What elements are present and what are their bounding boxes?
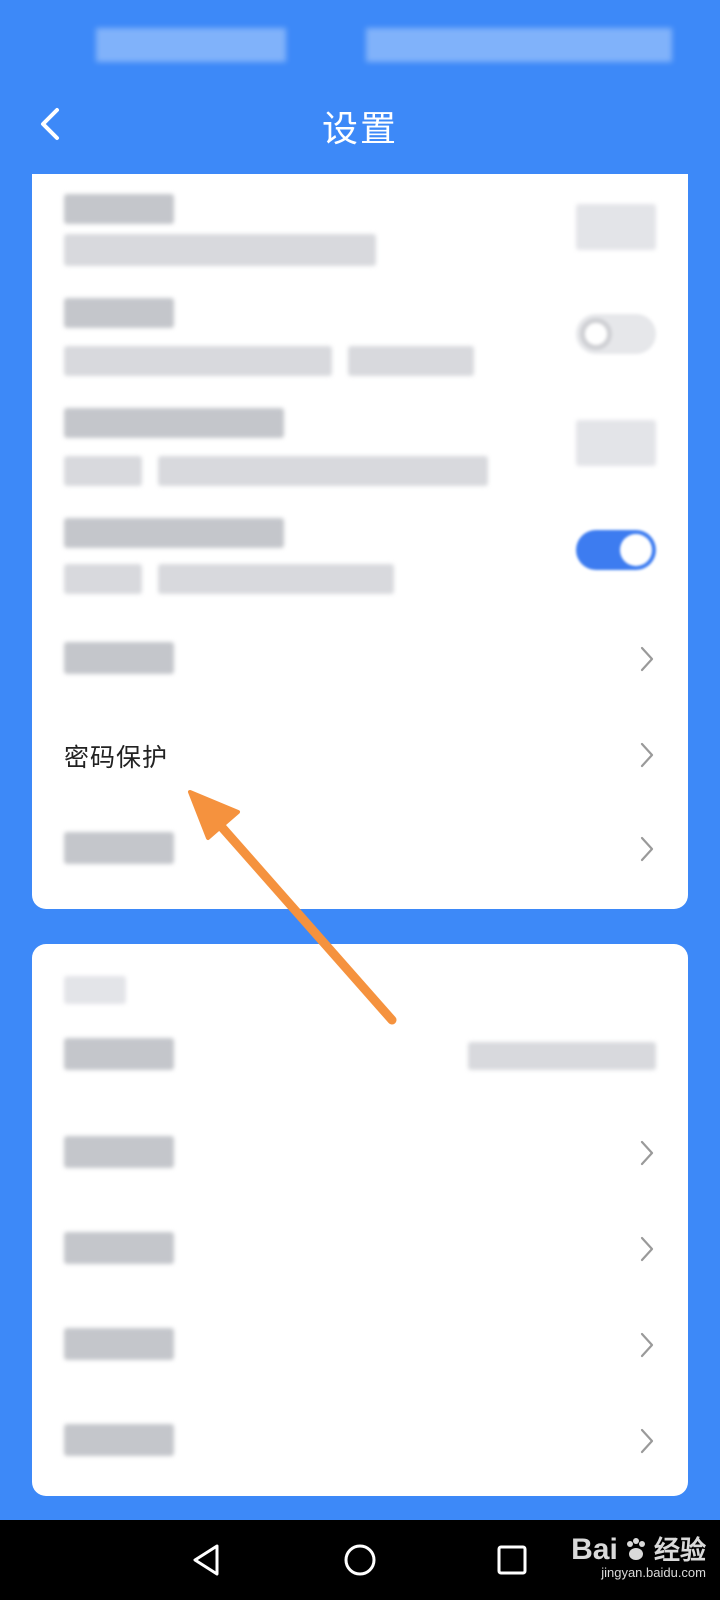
watermark-brand: Bai (571, 1533, 618, 1566)
nav-recents-button[interactable] (488, 1536, 536, 1584)
redacted-subtitle-2 (348, 346, 474, 376)
settings-row-3[interactable] (32, 394, 688, 504)
redacted-subtitle-2 (158, 456, 488, 486)
redacted-title (64, 194, 174, 224)
redacted-label (64, 1038, 174, 1070)
password-protection-label: 密码保护 (64, 743, 169, 772)
settings-row-4[interactable] (32, 504, 688, 614)
redacted-value (576, 204, 656, 250)
chevron-right-icon (640, 1140, 654, 1166)
triangle-back-icon (193, 1544, 219, 1576)
redacted-value (576, 420, 656, 466)
status-bar-right (366, 28, 672, 62)
square-recents-icon (497, 1545, 527, 1575)
status-bar-left (96, 28, 286, 62)
settings-card-secondary (32, 944, 688, 1496)
chevron-right-icon (640, 836, 654, 862)
settings-row-5[interactable] (32, 614, 688, 710)
redacted-title (64, 408, 284, 438)
redacted-subtitle (64, 564, 142, 594)
system-navigation-bar: Bai 经验 jingyan.baidu.com (0, 1520, 720, 1600)
password-protection-item[interactable]: 密码保护 (32, 710, 688, 806)
redacted-subtitle (64, 456, 142, 486)
redacted-label (64, 1232, 174, 1264)
nav-back-button[interactable] (182, 1536, 230, 1584)
settings-row-7[interactable] (32, 806, 688, 902)
circle-home-icon (344, 1544, 376, 1576)
settings-row-2[interactable] (32, 284, 688, 394)
settings-card-primary: 密码保护 (32, 174, 688, 909)
watermark-url: jingyan.baidu.com (601, 1565, 706, 1580)
chevron-right-icon (640, 742, 654, 768)
settings-row-11[interactable] (32, 1304, 688, 1400)
paw-icon (626, 1538, 645, 1560)
redacted-section-header (64, 976, 126, 1004)
redacted-label (64, 1328, 174, 1360)
settings-row-9[interactable] (32, 1112, 688, 1208)
redacted-subtitle-2 (158, 564, 394, 594)
redacted-subtitle (64, 234, 376, 266)
toggle-switch-on[interactable] (576, 530, 656, 570)
redacted-title (64, 298, 174, 328)
redacted-label (64, 642, 174, 674)
chevron-right-icon (640, 646, 654, 672)
baidu-jingyan-watermark: Bai 经验 jingyan.baidu.com (571, 1530, 706, 1580)
settings-row-1[interactable] (32, 174, 688, 284)
redacted-label (64, 1424, 174, 1456)
toggle-knob (580, 318, 612, 350)
settings-row-8[interactable] (32, 1016, 688, 1112)
chevron-right-icon (640, 1428, 654, 1454)
toggle-knob (620, 534, 652, 566)
chevron-right-icon (640, 1332, 654, 1358)
header-bar: 设置 (0, 86, 720, 166)
redacted-label (64, 1136, 174, 1168)
chevron-right-icon (640, 1236, 654, 1262)
nav-home-button[interactable] (336, 1536, 384, 1584)
redacted-value (468, 1042, 656, 1070)
settings-row-10[interactable] (32, 1208, 688, 1304)
settings-row-12[interactable] (32, 1400, 688, 1496)
redacted-subtitle (64, 346, 332, 376)
page-title: 设置 (321, 109, 398, 150)
watermark-brand-suffix: 经验 (653, 1536, 706, 1566)
redacted-title (64, 518, 284, 548)
redacted-label (64, 832, 174, 864)
toggle-switch-off[interactable] (576, 314, 656, 354)
